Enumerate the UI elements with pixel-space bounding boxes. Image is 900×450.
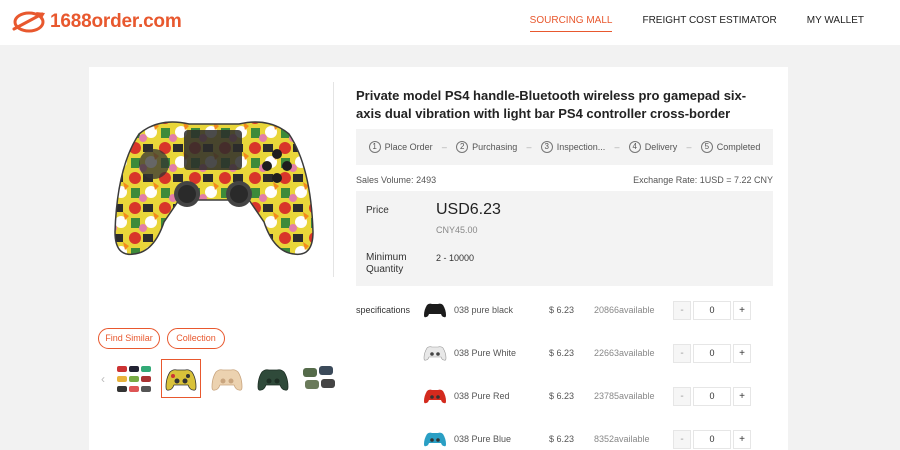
quantity-stepper: - 0 + [673,429,751,449]
thumbnail-image [257,368,289,391]
thumbnail-image [165,368,197,391]
step-label: Purchasing [472,142,518,152]
decrement-button[interactable]: - [673,386,691,406]
spec-row: 038 Pure Blue $ 6.23 8352available - 0 + [422,428,762,450]
spec-name: 038 pure black [454,305,514,315]
increment-button[interactable]: + [733,386,751,406]
spec-row: 038 Pure Red $ 6.23 23785available - 0 + [422,385,762,407]
quantity-input[interactable]: 0 [693,343,731,363]
step-number: 3 [540,141,553,153]
spec-thumbnail [424,303,446,318]
decrement-button[interactable]: - [673,343,691,363]
decrement-button[interactable]: - [673,429,691,449]
sales-volume-value: 2493 [416,175,437,185]
step-separator: – [526,142,532,152]
spec-price: $ 6.23 [549,348,575,358]
thumbnail-dark-green-controller[interactable] [253,359,293,398]
spec-thumbnail [424,389,446,404]
step-delivery: 4 Delivery [628,141,678,153]
quantity-stepper: - 0 + [673,343,751,363]
spec-color-swatch [422,344,448,362]
min-quantity-value: 2 - 10000 [436,253,475,263]
spec-color-swatch [422,301,448,319]
product-meta: Sales Volume: 2493 Exchange Rate: 1USD =… [356,175,773,185]
top-header: 1688order.com SOURCING MALL FREIGHT COST… [0,0,900,45]
spec-thumbnail [423,346,447,361]
quantity-stepper: - 0 + [673,386,751,406]
step-inspection: 3 Inspection... [540,141,606,153]
price-usd: USD6.23 [436,201,501,218]
step-label: Completed [716,142,761,152]
increment-button[interactable]: + [733,429,751,449]
spec-available: 8352available [594,434,650,444]
step-separator: – [614,142,620,152]
increment-button[interactable]: + [733,300,751,320]
step-completed: 5 Completed [700,141,761,153]
main-product-image[interactable] [99,82,334,277]
thumbnail-image [303,365,335,389]
product-card: Find Similar Collection ‹ Private model … [89,67,788,450]
prev-thumbnail-arrow[interactable]: ‹ [101,372,109,386]
main-nav: SOURCING MALL FREIGHT COST ESTIMATOR MY … [529,15,864,32]
nav-my-wallet[interactable]: MY WALLET [807,15,864,32]
spec-color-swatch [422,430,448,448]
collection-button[interactable]: Collection [167,328,225,349]
quantity-stepper: - 0 + [673,300,751,320]
thumbnail-image [117,365,151,392]
step-label: Place Order [384,142,433,152]
logo-icon [12,11,45,33]
step-separator: – [441,142,447,152]
quantity-input[interactable]: 0 [693,386,731,406]
spec-price: $ 6.23 [549,434,575,444]
quantity-input[interactable]: 0 [693,429,731,449]
spec-thumbnail [424,432,446,447]
product-title: Private model PS4 handle-Bluetooth wirel… [356,88,747,121]
nav-sourcing-mall[interactable]: SOURCING MALL [529,15,612,32]
step-number: 2 [456,141,469,153]
step-purchasing: 2 Purchasing [456,141,517,153]
spec-available: 23785available [594,391,655,401]
controller-image [114,121,314,256]
price-cny: CNY45.00 [436,225,478,235]
order-steps: 1 Place Order – 2 Purchasing – 3 Inspect… [356,129,773,165]
spec-name: 038 Pure Blue [454,434,512,444]
exchange-rate: Exchange Rate: 1USD = 7.22 CNY [633,175,773,185]
spec-price: $ 6.23 [549,391,575,401]
find-similar-button[interactable]: Find Similar [98,328,160,349]
specifications-label: specifications [356,305,411,315]
thumbnail-assorted-controllers[interactable] [115,359,155,398]
spec-price: $ 6.23 [549,305,575,315]
increment-button[interactable]: + [733,343,751,363]
nav-freight-cost-estimator[interactable]: FREIGHT COST ESTIMATOR [642,15,776,32]
thumbnail-camo-controller-set[interactable] [299,359,339,398]
step-label: Inspection... [556,142,606,152]
logo-text: 1688order.com [50,11,182,32]
sales-volume-label: Sales Volume: [356,175,414,185]
spec-available: 22663available [594,348,655,358]
spec-name: 038 Pure Red [454,391,510,401]
spec-row: 038 pure black $ 6.23 20866available - 0… [422,299,762,321]
step-separator: – [686,142,692,152]
price-label: Price [366,205,389,216]
spec-row: 038 Pure White $ 6.23 22663available - 0… [422,342,762,364]
sales-volume: Sales Volume: 2493 [356,175,436,185]
spec-available: 20866available [594,305,655,315]
min-quantity-label: Minimum Quantity [366,252,407,275]
step-label: Delivery [644,142,678,152]
thumbnail-graffiti-controller[interactable] [161,359,201,398]
decrement-button[interactable]: - [673,300,691,320]
step-place-order: 1 Place Order [368,141,433,153]
spec-name: 038 Pure White [454,348,517,358]
price-box: Price USD6.23 CNY45.00 Minimum Quantity … [356,191,773,286]
thumbnail-strip: ‹ [101,359,339,398]
quantity-input[interactable]: 0 [693,300,731,320]
step-number: 1 [368,141,381,153]
thumbnail-cream-controller[interactable] [207,359,247,398]
site-logo[interactable]: 1688order.com [12,9,182,35]
thumbnail-image [211,368,243,391]
step-number: 5 [700,141,713,153]
step-number: 4 [628,141,641,153]
spec-color-swatch [422,387,448,405]
